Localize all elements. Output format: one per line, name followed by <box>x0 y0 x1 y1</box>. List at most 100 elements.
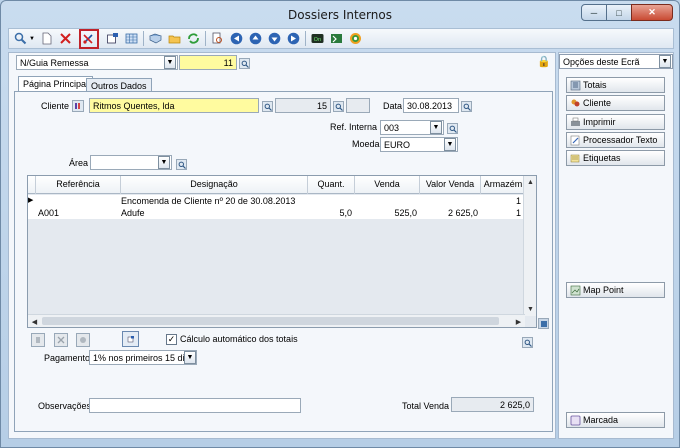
grid-options-icon[interactable] <box>538 318 549 329</box>
cliente-button[interactable]: Cliente <box>566 95 665 111</box>
column-header[interactable]: Armazém <box>481 179 525 189</box>
last-record-icon[interactable] <box>286 31 301 46</box>
minimize-button[interactable]: ─ <box>581 4 607 21</box>
delete-row-icon[interactable] <box>54 333 68 347</box>
button-label: Totais <box>583 80 607 90</box>
toolbar-separator <box>304 31 306 46</box>
grid-icon[interactable] <box>124 31 139 46</box>
horizontal-scrollbar[interactable]: ◀ ▶ <box>28 314 525 327</box>
cell-designacao[interactable]: Adufe <box>121 208 145 218</box>
cell-armazem[interactable]: 1 <box>481 196 521 206</box>
scroll-up-icon[interactable]: ▲ <box>524 176 536 189</box>
delete-icon[interactable] <box>58 31 73 46</box>
client-icon <box>570 98 581 109</box>
moeda-label: Moeda <box>352 139 380 149</box>
data-label: Data <box>383 101 403 111</box>
chevron-down-icon[interactable]: ▼ <box>29 36 35 42</box>
row-tool-icon[interactable] <box>76 333 90 347</box>
imprimir-button[interactable]: Imprimir <box>566 114 665 130</box>
toolbar: ▼ On <box>8 28 674 49</box>
first-record-icon[interactable] <box>229 31 244 46</box>
close-button[interactable]: ✕ <box>631 4 673 21</box>
observacoes-field[interactable] <box>89 398 301 413</box>
column-header[interactable]: Referência <box>36 179 120 189</box>
folder-icon[interactable] <box>167 31 182 46</box>
cell-quant[interactable]: 5,0 <box>308 208 352 218</box>
refresh-icon[interactable] <box>186 31 201 46</box>
calc-auto-checkbox[interactable]: ✓ <box>166 334 177 345</box>
new-document-icon[interactable] <box>39 31 54 46</box>
cell-venda[interactable]: 525,0 <box>355 208 417 218</box>
chevron-down-icon[interactable]: ▼ <box>158 156 170 169</box>
scroll-down-icon[interactable]: ▼ <box>524 303 536 316</box>
chevron-down-icon[interactable]: ▼ <box>430 121 442 134</box>
vertical-scrollbar[interactable]: ▲ ▼ <box>523 176 536 316</box>
lock-icon: 🔒 <box>537 56 551 68</box>
cliente-label: Cliente <box>41 101 70 111</box>
scroll-right-icon[interactable]: ▶ <box>512 315 525 327</box>
column-header[interactable]: Venda <box>355 179 419 189</box>
column-header[interactable]: Valor Venda <box>420 179 480 189</box>
client-card-icon[interactable] <box>72 100 84 112</box>
area-label: Área <box>69 158 89 168</box>
add-row-icon[interactable] <box>31 333 45 347</box>
chevron-down-icon[interactable]: ▼ <box>444 138 456 151</box>
lookup-icon[interactable] <box>461 101 472 112</box>
totais-button[interactable]: Totais <box>566 77 665 93</box>
cell-referencia[interactable]: A001 <box>38 208 59 218</box>
cell-valor-venda[interactable]: 2 625,0 <box>420 208 478 218</box>
labels-icon <box>570 153 581 164</box>
help-icon[interactable] <box>348 31 363 46</box>
cliente-extra-field[interactable] <box>346 98 370 113</box>
on-toggle-icon[interactable]: On <box>310 31 325 46</box>
data-field[interactable]: 30.08.2013 <box>403 98 459 113</box>
cliente-number-field[interactable]: 15 <box>275 98 331 113</box>
map-point-icon <box>570 285 581 296</box>
cut-tool-icon[interactable] <box>78 28 99 49</box>
marcada-button[interactable]: Marcada <box>566 412 665 428</box>
chevron-down-icon[interactable]: ▼ <box>164 56 176 69</box>
cell-armazem[interactable]: 1 <box>481 208 521 218</box>
cliente-name-field[interactable]: Ritmos Quentes, lda <box>89 98 259 113</box>
text-processor-icon <box>570 135 581 146</box>
scroll-thumb[interactable] <box>42 317 499 325</box>
chevron-down-icon[interactable]: ▼ <box>184 351 196 364</box>
toolbar-separator <box>142 31 144 46</box>
column-header[interactable]: Designação <box>121 179 307 189</box>
search-icon[interactable] <box>13 31 28 46</box>
print-preview-icon[interactable] <box>210 31 225 46</box>
lookup-icon[interactable] <box>262 101 273 112</box>
lookup-icon[interactable] <box>239 58 250 69</box>
etiquetas-button[interactable]: Etiquetas <box>566 150 665 166</box>
map-point-button[interactable]: Map Point <box>566 282 665 298</box>
lookup-icon[interactable] <box>333 101 344 112</box>
pagamento-select[interactable]: 1% nos primeiros 15 dias <box>89 350 197 365</box>
lookup-icon[interactable] <box>176 159 187 170</box>
app-window: Dossiers Internos ─ □ ✕ ▼ On N/Guia Reme… <box>0 0 680 448</box>
items-grid: Referência Designação Quant. Venda Valor… <box>27 175 537 328</box>
chevron-down-icon[interactable]: ▼ <box>659 55 671 68</box>
scroll-left-icon[interactable]: ◀ <box>28 315 41 327</box>
svg-text:On: On <box>314 37 322 43</box>
document-number-field[interactable]: 11 <box>179 55 237 70</box>
book-icon[interactable] <box>148 31 163 46</box>
document-type-field[interactable]: N/Guia Remessa <box>16 55 178 70</box>
previous-record-icon[interactable] <box>248 31 263 46</box>
window-icon[interactable] <box>122 331 139 347</box>
cell-designacao[interactable]: Encomenda de Cliente nº 20 de 30.08.2013 <box>121 196 295 206</box>
table-row[interactable]: A001 Adufe 5,0 525,0 2 625,0 1 <box>28 207 525 219</box>
processador-texto-button[interactable]: Processador Texto <box>566 132 665 148</box>
column-header[interactable]: Quant. <box>308 179 354 189</box>
table-row[interactable]: ▶ Encomenda de Cliente nº 20 de 30.08.20… <box>28 195 525 207</box>
totals-icon <box>570 80 581 91</box>
observacoes-label: Observações <box>38 401 92 411</box>
next-record-icon[interactable] <box>267 31 282 46</box>
lookup-icon[interactable] <box>447 123 458 134</box>
title-bar: Dossiers Internos ─ □ ✕ <box>1 1 679 29</box>
options-select[interactable]: Opções deste Ecrã <box>559 54 673 69</box>
export-icon[interactable] <box>329 31 344 46</box>
lookup-icon[interactable] <box>522 337 533 348</box>
window-icon[interactable] <box>105 31 120 46</box>
grid-header: Referência Designação Quant. Venda Valor… <box>28 176 536 194</box>
maximize-button[interactable]: □ <box>606 4 632 21</box>
